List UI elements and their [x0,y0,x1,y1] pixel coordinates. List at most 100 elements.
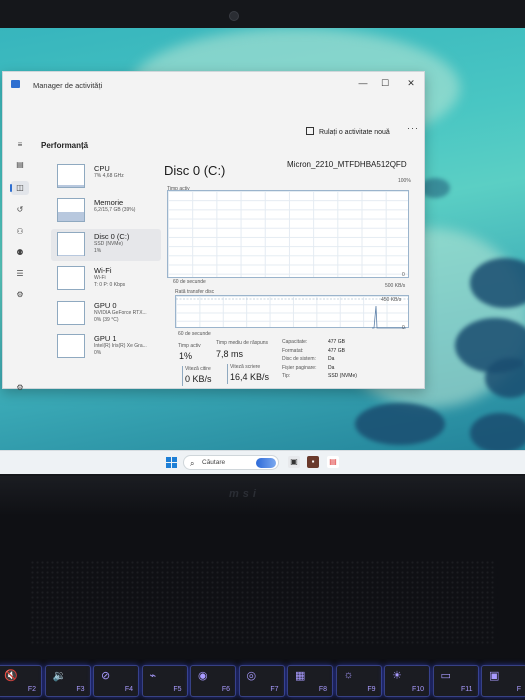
disk-model: Micron_2210_MTFDHBA512QFD [287,160,407,169]
start-button[interactable] [166,457,178,469]
performance-item-detail-line: 0% [94,350,102,356]
function-key-label: F9 [367,686,376,693]
performance-item-detail: Wi-Fi T: 0 P: 0 Kbps [94,275,125,289]
function-key-label: F11 [460,686,473,693]
close-button[interactable]: ✕ [402,76,420,90]
function-key-icon: ⊘ [101,670,111,682]
details-icon[interactable]: ☰ [11,267,29,281]
title-bar[interactable]: Manager de activități — ☐ ✕ [3,72,424,94]
function-key-label: F3 [76,686,85,693]
services-icon[interactable]: ⚙ [11,288,29,302]
settings-icon[interactable]: ⚙ [11,381,29,395]
function-key-f4[interactable]: ⊘ F4 [93,665,139,697]
function-key-icon: ◎ [246,670,257,682]
function-key-icon: ▣ [489,670,500,682]
performance-item-name: GPU 1 [94,334,117,343]
active-time-chart-timespan: 60 de secunde [173,279,206,285]
spec-label: Capacitate: [282,339,308,345]
performance-item-wi-fi[interactable]: Wi-Fi Wi-Fi T: 0 P: 0 Kbps [51,263,161,295]
performance-item-thumbnail [57,301,85,325]
history-icon[interactable]: ↺ [11,203,29,217]
function-key-f9[interactable]: ☼ F9 [335,665,382,697]
taskbar-app-icon[interactable]: ▪ [307,456,319,468]
performance-item-detail-line: Intel(R) Iris(R) Xe Gra... [94,343,147,349]
task-view-icon[interactable]: ▣ [288,456,300,468]
performance-item-detail: NVIDIA GeForce RTX... 0% (39 °C) [94,310,147,324]
function-key-label: F4 [124,686,133,693]
active-time-chart-min: 0 [402,272,405,278]
function-key-f2[interactable]: 🔇 F2 [0,665,42,697]
maximize-button[interactable]: ☐ [376,76,394,90]
function-key-f3[interactable]: 🔉 F3 [44,665,91,697]
function-key-label: F10 [411,686,424,693]
hamburger-icon[interactable]: ≡ [11,138,29,152]
users-icon[interactable]: ⚉ [11,246,29,260]
function-key-f8[interactable]: ▦ F8 [287,665,333,697]
active-time-value: 1% [179,351,193,361]
function-key-icon: ⌁ [149,670,157,682]
function-key-icon: 🔇 [4,670,18,682]
thumbnail-usage-fill [58,185,84,187]
taskbar: ⌕ Căutare ▣ ▪ ▤ [0,450,525,474]
transfer-rate-chart-min: 0 [402,325,405,331]
performance-item-memorie[interactable]: Memorie 6,2/15,7 GB (39%) [51,195,161,227]
performance-item-detail-line: 7% 4,68 GHz [94,173,124,179]
performance-item-detail-line: T: 0 P: 0 Kbps [94,282,126,288]
window-title: Manager de activități [33,81,103,90]
performance-icon[interactable]: ◫ [10,181,29,195]
performance-item-detail-line: 1% [94,248,102,254]
task-manager-window: Manager de activități — ☐ ✕ ≡ ▤ ◫ ↺ ⚇ ⚉ … [2,71,425,392]
function-key-icon: ▭ [440,670,451,682]
function-key-label: F8 [318,686,327,693]
performance-item-gpu-0[interactable]: GPU 0 NVIDIA GeForce RTX... 0% (39 °C) [51,298,161,330]
read-speed-label: Viteză citire [185,366,211,372]
spec-label: Tip: [282,373,291,379]
function-key-label: F [516,686,521,693]
function-key-f[interactable]: ▣ F [481,665,525,697]
write-speed-value: 16,4 KB/s [230,372,270,382]
wallpaper-reef [485,358,525,398]
performance-item-gpu-1[interactable]: GPU 1 Intel(R) Iris(R) Xe Gra... 0% [51,331,161,363]
wallpaper-reef [355,403,445,445]
performance-item-name: GPU 0 [94,301,117,310]
search-placeholder: Căutare [202,459,226,466]
function-key-f11[interactable]: ▭ F11 [432,665,479,697]
function-key-f6[interactable]: ◉ F6 [190,665,236,697]
start-logo-tile [172,457,177,462]
processes-icon[interactable]: ▤ [11,158,29,172]
performance-item-name: CPU [94,164,110,173]
task-manager-taskbar-icon[interactable]: ▤ [327,456,339,468]
minimize-button[interactable]: — [354,76,372,90]
spec-label: Fișier paginare: [282,364,317,371]
function-key-f7[interactable]: ◎ F7 [238,665,285,697]
performance-item-thumbnail [57,198,85,222]
performance-item-detail: 7% 4,68 GHz [94,173,124,180]
spec-value: SSD (NVMe) [328,373,357,379]
webcam [229,11,239,21]
active-time-label: Timp activ [178,343,201,349]
function-key-icon: ▦ [295,670,306,682]
active-time-chart [167,190,409,278]
function-key-row: 🔇 F2 🔉 F3 ⊘ F4 ⌁ F5 ◉ F6 ◎ F7 ▦ F8 ☼ F9 ☀ F10 ▭ F11 ▣ F [0,661,525,700]
performance-item-disc-0-c[interactable]: Disc 0 (C:) SSD (NVMe) 1% [51,229,161,261]
performance-item-cpu[interactable]: CPU 7% 4,68 GHz [51,161,161,193]
function-key-label: F6 [221,686,230,693]
run-new-task-button[interactable]: Rulați o activitate nouă [306,127,390,136]
function-key-f5[interactable]: ⌁ F5 [141,665,188,697]
taskbar-search[interactable]: ⌕ Căutare [183,455,279,470]
performance-item-detail: 6,2/15,7 GB (39%) [94,207,135,214]
spec-label: Formatat: [282,347,304,354]
task-manager-app-icon [11,80,20,88]
disk-title: Disc 0 (C:) [164,163,226,178]
write-speed-label: Viteză scriere [230,364,261,370]
start-logo-tile [166,463,171,468]
speaker-grille [30,560,495,646]
function-key-f10[interactable]: ☀ F10 [384,665,430,697]
performance-item-detail-line: SSD (NVMe) [94,241,123,247]
performance-item-thumbnail [57,232,85,256]
more-options-button[interactable]: ··· [407,123,419,133]
page-title: Performanță [41,141,89,150]
transfer-rate-chart-max: 500 KB/s [385,283,406,289]
start-logo-tile [172,463,177,468]
startup-icon[interactable]: ⚇ [11,225,29,239]
